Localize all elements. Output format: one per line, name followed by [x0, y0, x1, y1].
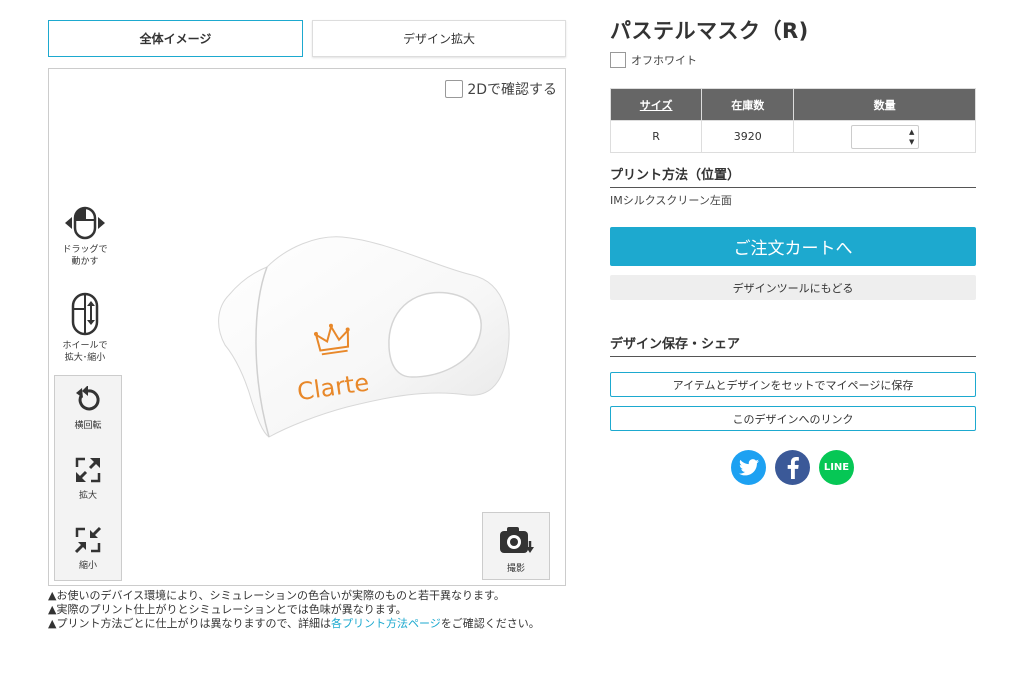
social-share-buttons: LINE	[731, 450, 854, 485]
design-link-button[interactable]: このデザインへのリンク	[610, 406, 976, 431]
color-option[interactable]: オフホワイト	[610, 52, 976, 68]
order-cart-button[interactable]: ご注文カートへ	[610, 227, 976, 266]
view-control-panel: 横回転 拡大 縮小	[54, 375, 122, 581]
check-2d-toggle[interactable]: 2Dで確認する	[445, 79, 557, 99]
note-2: ▲実際のプリント仕上がりとシミュレーションとでは色味が異なります。	[48, 603, 407, 616]
drag-hint: ドラッグで 動かす	[50, 205, 120, 268]
check-2d-label: 2Dで確認する	[467, 82, 557, 98]
mask-3d-viewer[interactable]: 2Dで確認する ドラッグで 動かす ホイールで 拡大･縮小 横回転 拡大 縮小 …	[48, 68, 566, 586]
twitter-icon	[738, 459, 759, 476]
color-option-label: オフホワイト	[631, 54, 697, 67]
print-method-value: IMシルクスクリーン左面	[610, 194, 732, 207]
stock-cell: 3920	[701, 120, 795, 153]
expand-icon	[75, 457, 101, 483]
print-method-heading: プリント方法（位置）	[610, 164, 976, 188]
drag-hint-line1: ドラッグで	[62, 245, 108, 255]
spinner-arrows-icon[interactable]: ▲ ▼	[907, 127, 917, 147]
twitter-share-button[interactable]	[731, 450, 766, 485]
size-header[interactable]: サイズ	[609, 88, 703, 121]
zoom-in-button[interactable]: 拡大	[55, 456, 121, 501]
line-share-button[interactable]: LINE	[819, 450, 854, 485]
save-to-mypage-button[interactable]: アイテムとデザインをセットでマイページに保存	[610, 372, 976, 397]
color-swatch[interactable]	[610, 52, 626, 68]
drag-hint-line2: 動かす	[71, 257, 99, 267]
wheel-hint-line1: ホイールで	[62, 341, 108, 351]
check-2d-checkbox[interactable]	[445, 80, 464, 98]
capture-label: 撮影	[506, 564, 525, 574]
table-row: R 3920 ▲ ▼	[609, 120, 976, 153]
back-to-design-tool-button[interactable]: デザインツールにもどる	[610, 275, 976, 300]
print-method-link[interactable]: 各プリント方法ページ	[331, 617, 441, 630]
save-share-heading: デザイン保存・シェア	[610, 333, 976, 357]
wheel-hint: ホイールで 拡大･縮小	[50, 291, 120, 364]
quantity-header: 数量	[793, 88, 976, 121]
zoom-out-label: 縮小	[78, 561, 97, 571]
mouse-drag-icon	[65, 206, 105, 240]
quantity-cell: ▲ ▼	[793, 120, 976, 153]
note-1: ▲お使いのデバイス環境により、シミュレーションの色合いが実際のものと若干異なりま…	[48, 589, 505, 602]
product-title: パステルマスク（R)	[610, 19, 809, 43]
rotate-button[interactable]: 横回転	[55, 386, 121, 431]
mouse-wheel-icon	[71, 292, 99, 336]
zoom-in-label: 拡大	[78, 491, 97, 501]
note-3: ▲プリント方法ごとに仕上がりは異なりますので、詳細は各プリント方法ページをご確認…	[48, 617, 540, 630]
tab-full-image[interactable]: 全体イメージ	[48, 20, 303, 57]
mask-model-image[interactable]: Clarte	[207, 227, 517, 443]
simulation-notes: ▲お使いのデバイス環境により、シミュレーションの色合いが実際のものと若干異なりま…	[48, 590, 566, 632]
camera-icon	[500, 527, 534, 553]
size-cell: R	[609, 120, 703, 153]
capture-button[interactable]: 撮影	[482, 512, 550, 580]
wheel-hint-line2: 拡大･縮小	[64, 353, 106, 363]
stock-header: 在庫数	[701, 88, 795, 121]
tab-design-zoom[interactable]: デザイン拡大	[312, 20, 566, 57]
stock-table: サイズ 在庫数 数量 R 3920 ▲ ▼	[609, 88, 976, 153]
facebook-share-button[interactable]	[775, 450, 810, 485]
zoom-out-button[interactable]: 縮小	[55, 526, 121, 571]
quantity-stepper[interactable]: ▲ ▼	[850, 124, 919, 149]
rotate-label: 横回転	[74, 421, 102, 431]
shrink-icon	[74, 526, 102, 554]
line-icon: LINE	[823, 462, 850, 473]
rotate-icon	[76, 386, 100, 411]
facebook-icon	[787, 456, 799, 479]
